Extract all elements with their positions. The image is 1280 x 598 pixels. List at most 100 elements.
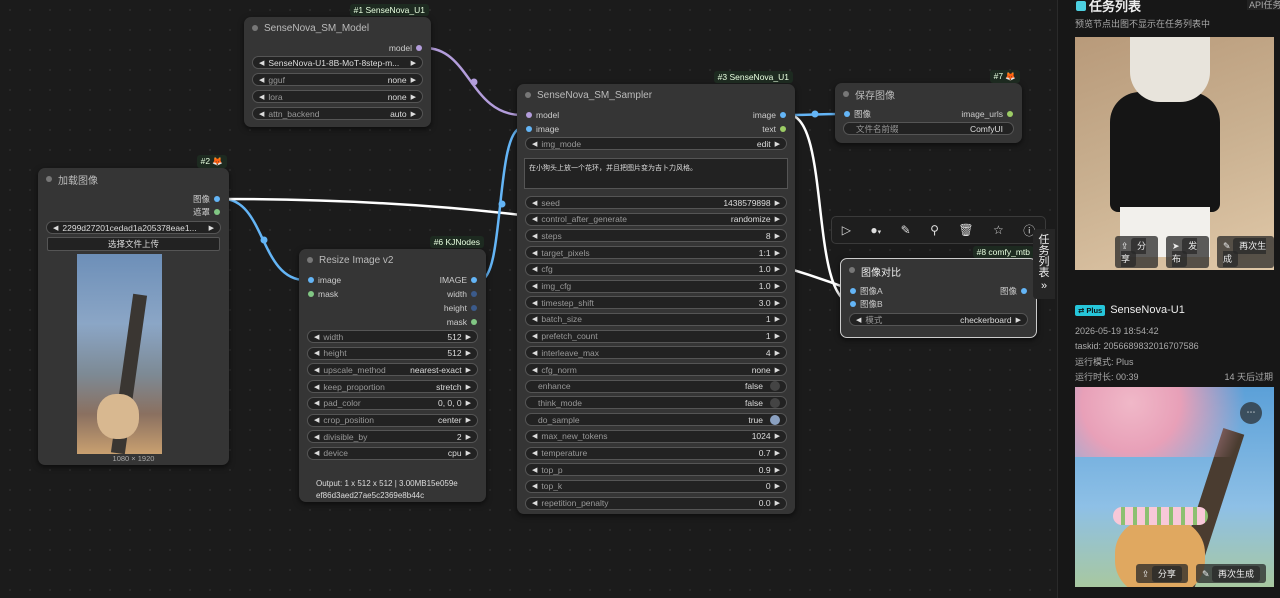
right-arrow-icon[interactable]: ▶	[775, 249, 780, 257]
node-title[interactable]: 加载图像	[38, 168, 229, 190]
right-arrow-icon[interactable]: ▶	[775, 332, 780, 340]
slot-dot[interactable]	[308, 277, 314, 283]
color-picker-icon[interactable]: ●▾	[870, 223, 881, 237]
left-arrow-icon[interactable]: ◀	[259, 110, 264, 118]
share-button[interactable]: ⇪ 分享	[1115, 236, 1159, 268]
node-resize-image[interactable]: #6 KJNodes Resize Image v2 image mask IM…	[299, 236, 486, 502]
slot-dot[interactable]	[526, 112, 532, 118]
output-slot-mask[interactable]: mask	[447, 316, 481, 328]
left-arrow-icon[interactable]: ◀	[532, 232, 537, 240]
left-arrow-icon[interactable]: ◀	[532, 282, 537, 290]
share-button[interactable]: ⇪ 分享	[1135, 564, 1188, 583]
right-arrow-icon[interactable]: ▶	[209, 224, 214, 232]
toggle-switch[interactable]	[770, 414, 780, 425]
output-slot-image[interactable]: image	[753, 109, 790, 121]
left-arrow-icon[interactable]: ◀	[314, 349, 319, 357]
output-slot-text[interactable]: text	[762, 123, 790, 135]
widget-cfg[interactable]: ◀ cfg 1.0 ▶	[525, 262, 787, 276]
widget-attn-backend[interactable]: ◀ attn_backend auto ▶	[252, 107, 423, 120]
right-arrow-icon[interactable]: ▶	[466, 366, 471, 374]
right-arrow-icon[interactable]: ▶	[411, 76, 416, 84]
right-arrow-icon[interactable]: ▶	[466, 399, 471, 407]
left-arrow-icon[interactable]: ◀	[532, 482, 537, 490]
right-arrow-icon[interactable]: ▶	[775, 265, 780, 273]
input-slot-image[interactable]: 图像	[840, 108, 871, 120]
left-arrow-icon[interactable]: ◀	[259, 59, 264, 67]
widget-model-name[interactable]: ◀ SenseNova-U1-8B-MoT-8step-m... ▶	[252, 56, 423, 69]
input-slot-image-b[interactable]: 图像B	[846, 298, 883, 310]
left-arrow-icon[interactable]: ◀	[314, 383, 319, 391]
result-image-2[interactable]: ⋯ ⇪ 分享 ✎ 再次生成	[1075, 387, 1274, 587]
widget-divisible-by[interactable]: ◀ divisible_by 2 ▶	[307, 430, 478, 444]
widget-interleave-max[interactable]: ◀ interleave_max 4 ▶	[525, 346, 787, 360]
slot-dot[interactable]	[471, 277, 477, 283]
slot-dot[interactable]	[308, 291, 314, 297]
left-arrow-icon[interactable]: ◀	[532, 332, 537, 340]
widget-lora[interactable]: ◀ lora none ▶	[252, 90, 423, 103]
slot-dot[interactable]	[214, 209, 220, 215]
right-arrow-icon[interactable]: ▶	[775, 199, 780, 207]
left-arrow-icon[interactable]: ◀	[314, 399, 319, 407]
right-arrow-icon[interactable]: ▶	[775, 282, 780, 290]
widget-top-k[interactable]: ◀ top_k 0 ▶	[525, 479, 787, 493]
widget-repetition-penalty[interactable]: ◀ repetition_penalty 0.0 ▶	[525, 496, 787, 510]
node-title[interactable]: SenseNova_SM_Model	[244, 17, 431, 39]
left-arrow-icon[interactable]: ◀	[259, 76, 264, 84]
left-arrow-icon[interactable]: ◀	[532, 499, 537, 507]
pin-icon[interactable]: ⚲	[930, 223, 939, 237]
regenerate-button[interactable]: ✎ 再次生成	[1217, 236, 1274, 268]
widget-height[interactable]: ◀ height 512 ▶	[307, 346, 478, 360]
output-slot-height[interactable]: height	[444, 302, 481, 314]
right-arrow-icon[interactable]: ▶	[775, 432, 780, 440]
output-slot-mask[interactable]: 遮罩	[193, 206, 224, 218]
right-arrow-icon[interactable]: ▶	[466, 383, 471, 391]
left-arrow-icon[interactable]: ◀	[532, 432, 537, 440]
widget-control-after-generate[interactable]: ◀ control_after_generate randomize ▶	[525, 212, 787, 226]
left-arrow-icon[interactable]: ◀	[314, 416, 319, 424]
widget-img-cfg[interactable]: ◀ img_cfg 1.0 ▶	[525, 279, 787, 293]
bypass-icon[interactable]: ✎	[901, 223, 911, 237]
input-slot-image-a[interactable]: 图像A	[846, 285, 883, 297]
widget-pad-color[interactable]: ◀ pad_color 0, 0, 0 ▶	[307, 396, 478, 410]
left-arrow-icon[interactable]: ◀	[532, 215, 537, 223]
widget-gguf[interactable]: ◀ gguf none ▶	[252, 73, 423, 86]
right-arrow-icon[interactable]: ▶	[1016, 316, 1021, 324]
widget-keep-proportion[interactable]: ◀ keep_proportion stretch ▶	[307, 380, 478, 394]
widget-think-mode[interactable]: think_mode false	[525, 396, 787, 410]
output-slot-model[interactable]: model	[389, 42, 426, 54]
slot-dot[interactable]	[214, 196, 220, 202]
play-icon[interactable]: ▷	[842, 223, 851, 237]
left-arrow-icon[interactable]: ◀	[532, 466, 537, 474]
right-arrow-icon[interactable]: ▶	[411, 93, 416, 101]
output-slot-image-urls[interactable]: image_urls	[961, 108, 1017, 120]
widget-img-mode[interactable]: ◀ img_mode edit ▶	[525, 137, 787, 150]
node-canvas[interactable]: #1 SenseNova_U1 SenseNova_SM_Model model…	[0, 0, 1057, 598]
right-arrow-icon[interactable]: ▶	[775, 315, 780, 323]
node-title[interactable]: SenseNova_SM_Sampler	[517, 84, 795, 106]
node-sampler[interactable]: #3 SenseNova_U1 SenseNova_SM_Sampler mod…	[517, 71, 795, 514]
right-arrow-icon[interactable]: ▶	[466, 349, 471, 357]
widget-max-new-tokens[interactable]: ◀ max_new_tokens 1024 ▶	[525, 429, 787, 443]
widget-image-file[interactable]: ◀ 2299d27201cedad1a205378eae1... ▶	[46, 221, 221, 234]
widget-prefetch-count[interactable]: ◀ prefetch_count 1 ▶	[525, 329, 787, 343]
widget-width[interactable]: ◀ width 512 ▶	[307, 330, 478, 343]
output-slot-image[interactable]: 图像	[193, 193, 224, 205]
right-arrow-icon[interactable]: ▶	[775, 232, 780, 240]
regenerate-button[interactable]: ✎ 再次生成	[1195, 564, 1266, 583]
left-arrow-icon[interactable]: ◀	[314, 449, 319, 457]
output-slot-width[interactable]: width	[447, 288, 481, 300]
left-arrow-icon[interactable]: ◀	[314, 433, 319, 441]
slot-dot[interactable]	[1007, 111, 1013, 117]
widget-crop-position[interactable]: ◀ crop_position center ▶	[307, 413, 478, 427]
right-arrow-icon[interactable]: ▶	[466, 433, 471, 441]
output-slot-image[interactable]: 图像	[1000, 285, 1031, 297]
api-task-tab[interactable]: API任务	[1247, 0, 1280, 10]
result-image-1[interactable]: ⇪ 分享 ➤ 发布 ✎ 再次生成	[1075, 37, 1274, 270]
upload-button[interactable]: 选择文件上传	[47, 237, 220, 251]
widget-upscale-method[interactable]: ◀ upscale_method nearest-exact ▶	[307, 363, 478, 377]
node-model[interactable]: #1 SenseNova_U1 SenseNova_SM_Model model…	[244, 4, 431, 127]
widget-enhance[interactable]: enhance false	[525, 379, 787, 393]
slot-dot[interactable]	[416, 45, 422, 51]
slot-dot[interactable]	[844, 111, 850, 117]
slot-dot[interactable]	[780, 112, 786, 118]
